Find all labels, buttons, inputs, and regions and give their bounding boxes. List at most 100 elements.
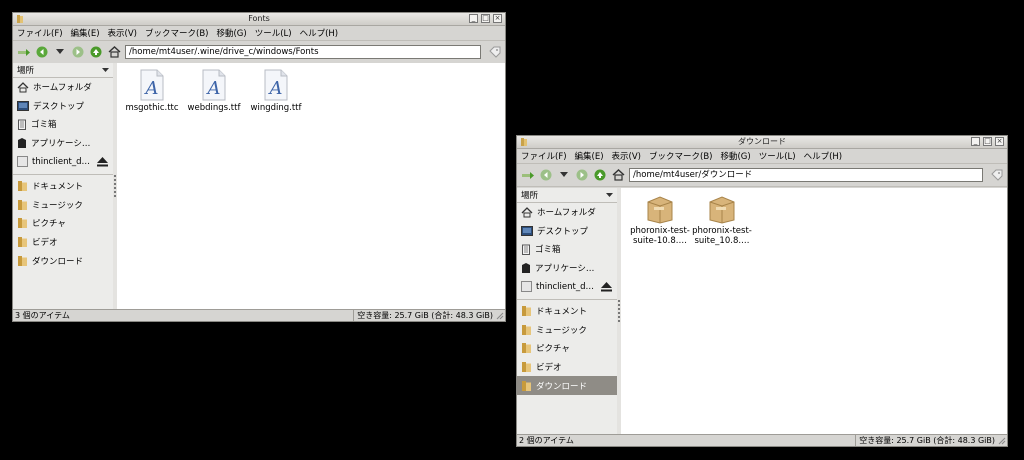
sidebar-item-documents[interactable]: ドキュメント [13, 177, 113, 196]
sidebar-item-home[interactable]: ホームフォルダ [517, 203, 617, 222]
resize-grip-icon[interactable] [998, 437, 1006, 445]
sidebar-item-label: ビデオ [536, 363, 562, 374]
status-bar: 2 個のアイテム 空き容量: 25.7 GiB (合計: 48.3 GiB) [517, 434, 1007, 446]
menu-file[interactable]: ファイル(F) [521, 150, 567, 162]
menu-bar: ファイル(F) 編集(E) 表示(V) ブックマーク(B) 移動(G) ツール(… [517, 149, 1007, 164]
menu-edit[interactable]: 編集(E) [71, 27, 100, 39]
menu-tools[interactable]: ツール(L) [255, 27, 292, 39]
places-label: 場所 [17, 66, 35, 76]
minimize-button[interactable]: _ [971, 137, 980, 146]
folder-icon [522, 362, 531, 373]
forward-button[interactable] [575, 168, 589, 182]
file-item[interactable]: A webdings.ttf [183, 69, 245, 113]
package-icon [647, 196, 673, 224]
maximize-button[interactable]: □ [481, 14, 490, 23]
menu-bookmarks[interactable]: ブックマーク(B) [649, 150, 712, 162]
go-button[interactable] [487, 44, 503, 60]
menu-view[interactable]: 表示(V) [108, 27, 137, 39]
sidebar-item-label: thinclient_d… [32, 156, 90, 167]
back-button[interactable] [35, 45, 49, 59]
maximize-button[interactable]: □ [983, 137, 992, 146]
title-bar[interactable]: Fonts _ □ × [13, 13, 505, 26]
sidebar-item-thinclient[interactable]: thinclient_d… [517, 277, 617, 296]
file-item[interactable]: phoronix-test-suite_10.8.… [691, 194, 753, 246]
item-count: 2 個のアイテム [519, 436, 574, 445]
free-space: 空き容量: 25.7 GiB (合計: 48.3 GiB) [855, 435, 995, 446]
menu-edit[interactable]: 編集(E) [575, 150, 604, 162]
side-pane: 場所 ホームフォルダ デスクトップ ゴミ箱 アプリケーシ… thinclient… [13, 63, 114, 310]
sidebar-item-downloads[interactable]: ダウンロード [13, 251, 113, 270]
eject-icon[interactable] [600, 281, 613, 292]
home-icon [108, 46, 120, 58]
sidebar-item-label: ビデオ [32, 238, 58, 249]
sidebar-item-music[interactable]: ミュージック [13, 196, 113, 215]
menu-help[interactable]: ヘルプ(H) [804, 150, 843, 162]
folder-icon [18, 199, 27, 210]
menu-help[interactable]: ヘルプ(H) [300, 27, 339, 39]
sidebar-item-trash[interactable]: ゴミ箱 [517, 240, 617, 259]
eject-icon[interactable] [96, 156, 109, 167]
side-pane: 場所 ホームフォルダ デスクトップ ゴミ箱 アプリケーシ… thinclient… [517, 188, 618, 435]
folder-icon [18, 181, 27, 192]
places-label: 場所 [521, 191, 539, 201]
new-tab-icon [18, 49, 30, 56]
item-count: 3 個のアイテム [15, 311, 70, 320]
new-tab-icon [522, 172, 534, 179]
sidebar-item-music[interactable]: ミュージック [517, 321, 617, 340]
sidebar-item-label: ホームフォルダ [33, 83, 92, 94]
sidebar-item-downloads[interactable]: ダウンロード [517, 376, 617, 395]
sidebar-item-trash[interactable]: ゴミ箱 [13, 115, 113, 134]
menu-file[interactable]: ファイル(F) [17, 27, 63, 39]
resize-grip-icon[interactable] [496, 312, 504, 320]
sidebar-item-pictures[interactable]: ピクチャ [13, 214, 113, 233]
toolbar: /home/mt4user/.wine/drive_c/windows/Font… [13, 41, 505, 64]
menu-bookmarks[interactable]: ブックマーク(B) [145, 27, 208, 39]
title-bar[interactable]: ダウンロード _ □ × [517, 136, 1007, 149]
location-input[interactable]: /home/mt4user/ダウンロード [629, 168, 983, 182]
close-button[interactable]: × [493, 14, 502, 23]
back-icon [36, 46, 48, 58]
sidebar-item-videos[interactable]: ビデオ [13, 233, 113, 252]
history-dropdown[interactable] [557, 168, 571, 182]
go-icon [489, 46, 501, 58]
file-view[interactable]: phoronix-test-suite-10.8.… phoronix-test… [621, 188, 1007, 435]
home-button[interactable] [611, 168, 625, 182]
minimize-button[interactable]: _ [469, 14, 478, 23]
history-dropdown[interactable] [53, 45, 67, 59]
sidebar-item-home[interactable]: ホームフォルダ [13, 78, 113, 97]
file-view[interactable]: A msgothic.ttc A webdings.ttf A wingding… [117, 63, 505, 310]
sidebar-item-desktop[interactable]: デスクトップ [517, 222, 617, 241]
up-button[interactable] [593, 168, 607, 182]
back-button[interactable] [539, 168, 553, 182]
file-item[interactable]: phoronix-test-suite-10.8.… [629, 194, 691, 246]
sidebar-item-desktop[interactable]: デスクトップ [13, 97, 113, 116]
desktop-icon [17, 100, 29, 111]
menu-tools[interactable]: ツール(L) [759, 150, 796, 162]
sidebar-item-applications[interactable]: アプリケーシ… [13, 134, 113, 153]
sidebar-item-thinclient[interactable]: thinclient_d… [13, 152, 113, 171]
font-file-icon: A [140, 69, 164, 101]
sidebar-item-videos[interactable]: ビデオ [517, 358, 617, 377]
file-item[interactable]: A wingding.ttf [245, 69, 307, 113]
sidebar-item-documents[interactable]: ドキュメント [517, 302, 617, 321]
new-tab-button[interactable] [521, 168, 535, 182]
up-button[interactable] [89, 45, 103, 59]
forward-button[interactable] [71, 45, 85, 59]
sidebar-item-label: thinclient_d… [536, 281, 594, 292]
close-button[interactable]: × [995, 137, 1004, 146]
places-selector[interactable]: 場所 [13, 63, 113, 78]
new-tab-button[interactable] [17, 45, 31, 59]
places-selector[interactable]: 場所 [517, 188, 617, 203]
sidebar-item-applications[interactable]: アプリケーシ… [517, 259, 617, 278]
file-item[interactable]: A msgothic.ttc [121, 69, 183, 113]
menu-go[interactable]: 移動(G) [720, 150, 750, 162]
window-title: ダウンロード [738, 137, 786, 146]
free-space: 空き容量: 25.7 GiB (合計: 48.3 GiB) [353, 310, 493, 321]
go-button[interactable] [989, 167, 1005, 183]
menu-view[interactable]: 表示(V) [612, 150, 641, 162]
home-button[interactable] [107, 45, 121, 59]
location-input[interactable]: /home/mt4user/.wine/drive_c/windows/Font… [125, 45, 481, 59]
sidebar-item-pictures[interactable]: ピクチャ [517, 339, 617, 358]
menu-go[interactable]: 移動(G) [216, 27, 246, 39]
file-name: webdings.ttf [187, 103, 241, 113]
